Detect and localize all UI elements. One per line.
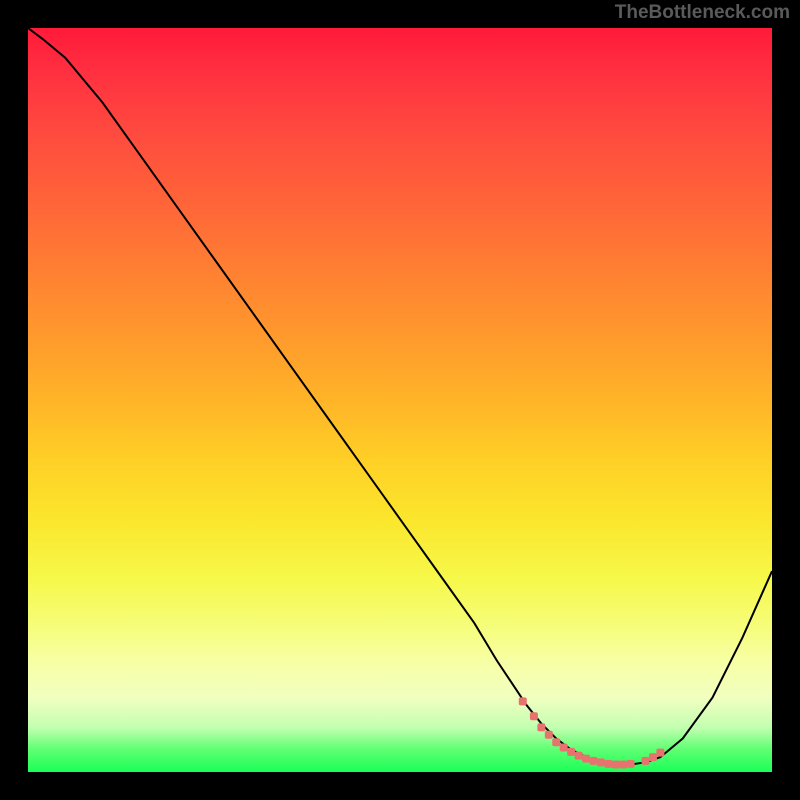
marker-point <box>612 761 620 769</box>
marker-point <box>649 753 657 761</box>
marker-point <box>589 757 597 765</box>
marker-point <box>567 748 575 756</box>
marker-point <box>642 757 650 765</box>
marker-point <box>597 758 605 766</box>
marker-point <box>560 743 568 751</box>
marker-point <box>627 760 635 768</box>
marker-point <box>575 752 583 760</box>
marker-point <box>604 760 612 768</box>
marker-point <box>519 697 527 705</box>
watermark-text: TheBottleneck.com <box>615 2 790 24</box>
marker-point <box>619 761 627 769</box>
marker-point <box>552 738 560 746</box>
marker-point <box>537 723 545 731</box>
marker-point <box>656 749 664 757</box>
highlight-markers <box>519 697 665 768</box>
marker-point <box>545 731 553 739</box>
marker-point <box>582 755 590 763</box>
plot-area <box>28 28 772 772</box>
curve-svg <box>28 28 772 772</box>
bottleneck-curve <box>28 28 772 765</box>
marker-point <box>530 712 538 720</box>
